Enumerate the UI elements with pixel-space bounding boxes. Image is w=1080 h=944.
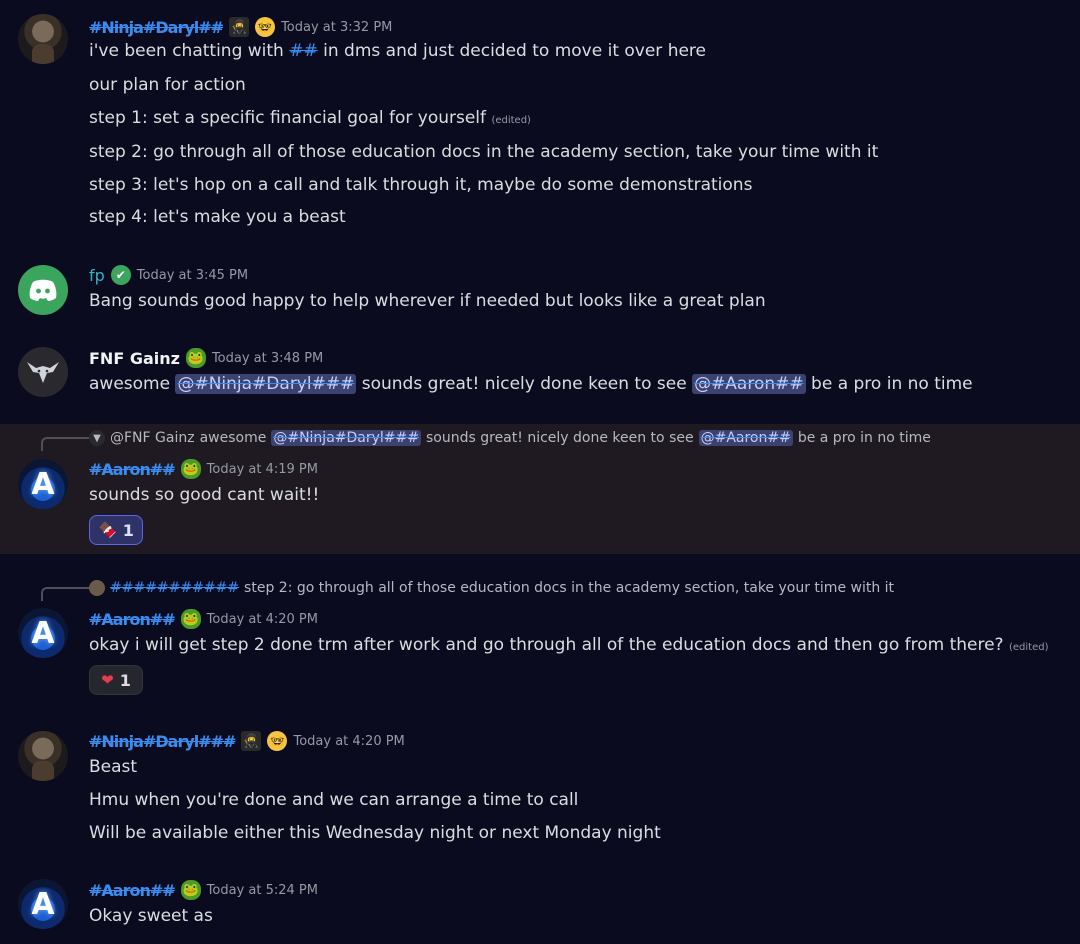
timestamp: Today at 4:20 PM <box>293 733 405 749</box>
avatar[interactable] <box>18 347 68 397</box>
reply-preview[interactable]: ▼ @FNF Gainz awesome @#Ninja#Daryl### so… <box>89 428 931 448</box>
pepe-frog-icon: 🐸 <box>185 348 206 368</box>
pepe-frog-icon: 🐸 <box>180 609 201 629</box>
reaction-count: 1 <box>122 520 134 540</box>
timestamp: Today at 4:19 PM <box>206 461 318 477</box>
timestamp: Today at 3:32 PM <box>281 19 393 35</box>
reply-spine <box>41 587 89 601</box>
text-segment: step 1: set a specific financial goal fo… <box>89 108 487 128</box>
discord-logo-avatar[interactable] <box>18 265 68 315</box>
author-name[interactable]: FNF Gainz <box>89 349 180 368</box>
message-line: okay i will get step 2 done trm after wo… <box>89 635 1049 655</box>
message-line: Will be available either this Wednesday … <box>89 823 661 843</box>
message-line: step 3: let's hop on a call and talk thr… <box>89 175 753 195</box>
avatar[interactable] <box>18 731 68 781</box>
message-line: i've been chatting with ## in dms and ju… <box>89 41 706 61</box>
author-name[interactable]: #Ninja#Daryl## <box>89 18 224 37</box>
bull-logo-icon <box>27 362 59 383</box>
text-segment: sounds great! nicely done keen to see <box>356 374 693 394</box>
message-line: Hmu when you're done and we can arrange … <box>89 790 579 810</box>
reply-text: step 2: go through all of those educatio… <box>244 580 895 596</box>
message-line: Okay sweet as <box>89 906 213 926</box>
nerd-face-icon: 🤓 <box>267 731 288 751</box>
verified-check-icon: ✔ <box>110 265 131 285</box>
author-name[interactable]: #Aaron## <box>89 460 176 479</box>
ninja-emoji-icon: 🥷 <box>241 731 262 751</box>
text-segment: be a pro in no time <box>805 374 973 394</box>
chocolate-emoji-icon: 🍫 <box>98 521 117 539</box>
edited-label: (edited) <box>491 115 531 126</box>
message-line: Beast <box>89 757 138 777</box>
a-logo-icon: A <box>31 615 55 651</box>
author-name[interactable]: #Aaron## <box>89 881 176 900</box>
author-name[interactable]: #Aaron## <box>89 610 176 629</box>
ninja-emoji-icon: 🥷 <box>229 17 250 37</box>
avatar[interactable]: A <box>18 879 68 929</box>
text-segment: awesome <box>199 430 267 446</box>
reply-preview[interactable]: ########### step 2: go through all of th… <box>89 578 894 598</box>
user-mention[interactable]: @#Ninja#Daryl### <box>271 430 421 446</box>
pepe-frog-icon: 🐸 <box>180 459 201 479</box>
pepe-frog-icon: 🐸 <box>180 880 201 900</box>
reply-author: @FNF Gainz <box>110 430 195 446</box>
text-segment: awesome <box>89 374 176 394</box>
message-line: Bang sounds good happy to help wherever … <box>89 291 766 311</box>
author-name[interactable]: #Ninja#Daryl### <box>89 732 236 751</box>
text-segment: in dms and just decided to move it over … <box>317 41 707 61</box>
a-logo-icon: A <box>31 886 55 922</box>
timestamp: Today at 3:45 PM <box>136 267 249 283</box>
message-line: step 4: let's make you a beast <box>89 207 346 227</box>
reply-avatar <box>89 580 105 596</box>
user-mention[interactable]: @#Ninja#Daryl### <box>175 374 357 394</box>
text-segment: be a pro in no time <box>797 430 931 446</box>
timestamp: Today at 5:24 PM <box>206 882 318 898</box>
message-line: step 2: go through all of those educatio… <box>89 142 879 162</box>
reply-author: ########### <box>110 580 240 596</box>
reply-spine <box>41 437 89 451</box>
avatar[interactable]: A <box>18 459 68 509</box>
author-name[interactable]: fp <box>89 266 105 285</box>
reaction-count: 1 <box>119 670 131 690</box>
bull-logo-icon: ▼ <box>89 430 105 446</box>
text-segment: okay i will get step 2 done trm after wo… <box>89 635 1004 655</box>
a-logo-icon: A <box>31 466 55 502</box>
reaction-button[interactable]: 🍫 1 <box>89 515 143 545</box>
discord-icon <box>29 279 57 301</box>
timestamp: Today at 4:20 PM <box>206 611 318 627</box>
user-mention[interactable]: @#Aaron## <box>692 374 806 394</box>
text-segment: i've been chatting with <box>89 41 290 61</box>
text-segment: sounds great! nicely done keen to see <box>426 430 694 446</box>
avatar[interactable] <box>18 14 68 64</box>
avatar[interactable]: A <box>18 608 68 658</box>
message-line: sounds so good cant wait!! <box>89 485 320 505</box>
message-line: awesome @#Ninja#Daryl### sounds great! n… <box>89 374 973 394</box>
heart-emoji-icon: ❤ <box>101 671 114 689</box>
reaction-button[interactable]: ❤ 1 <box>89 665 143 695</box>
nerd-face-icon: 🤓 <box>255 17 276 37</box>
message-line: step 1: set a specific financial goal fo… <box>89 108 531 128</box>
edited-label: (edited) <box>1009 642 1049 653</box>
timestamp: Today at 3:48 PM <box>211 350 324 366</box>
message-line: our plan for action <box>89 75 246 95</box>
user-mention[interactable]: @#Aaron## <box>698 430 793 446</box>
mention[interactable]: ## <box>289 41 318 61</box>
